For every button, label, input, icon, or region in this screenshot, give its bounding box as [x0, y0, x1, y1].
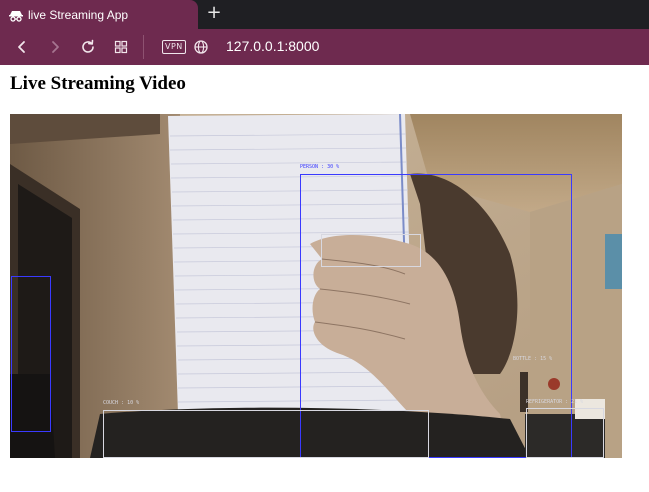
tab-title: live Streaming App	[28, 7, 129, 22]
site-info-button[interactable]	[191, 37, 211, 57]
back-arrow-icon	[18, 41, 25, 53]
new-tab-button[interactable]: +	[204, 3, 224, 23]
toolbar-separator	[143, 35, 144, 59]
detection-box-hand-region	[321, 234, 421, 267]
tabs-grid-icon	[114, 40, 128, 54]
page-title: Live Streaming Video	[10, 73, 186, 94]
vpn-badge[interactable]: VPN	[162, 40, 186, 54]
reload-button[interactable]	[78, 37, 98, 57]
detection-label-refrigerator: REFRIGERATOR : 21 %	[526, 399, 584, 405]
back-button[interactable]	[12, 37, 32, 57]
detection-box-left-object	[11, 276, 51, 432]
forward-button[interactable]	[45, 37, 65, 57]
detection-label-person: PERSON : 30 %	[300, 164, 340, 170]
detection-label-bottle: BOTTLE : 15 %	[513, 356, 553, 362]
forward-arrow-icon	[52, 41, 59, 53]
browser-tab-bar: live Streaming App +	[0, 0, 649, 29]
tabs-grid-button[interactable]	[111, 37, 131, 57]
detection-box-refrigerator	[526, 408, 604, 458]
detection-box-couch	[103, 410, 429, 458]
address-bar[interactable]: 127.0.0.1:8000	[226, 38, 319, 54]
browser-toolbar: VPN 127.0.0.1:8000	[0, 29, 649, 65]
incognito-icon	[8, 7, 24, 23]
detection-label-couch: COUCH : 10 %	[103, 400, 140, 406]
active-tab[interactable]: live Streaming App	[0, 0, 198, 29]
video-stream: PERSON : 30 % COUCH : 10 % BOTTLE : 15 %…	[10, 114, 622, 458]
globe-icon	[194, 40, 208, 54]
reload-icon	[82, 39, 94, 53]
